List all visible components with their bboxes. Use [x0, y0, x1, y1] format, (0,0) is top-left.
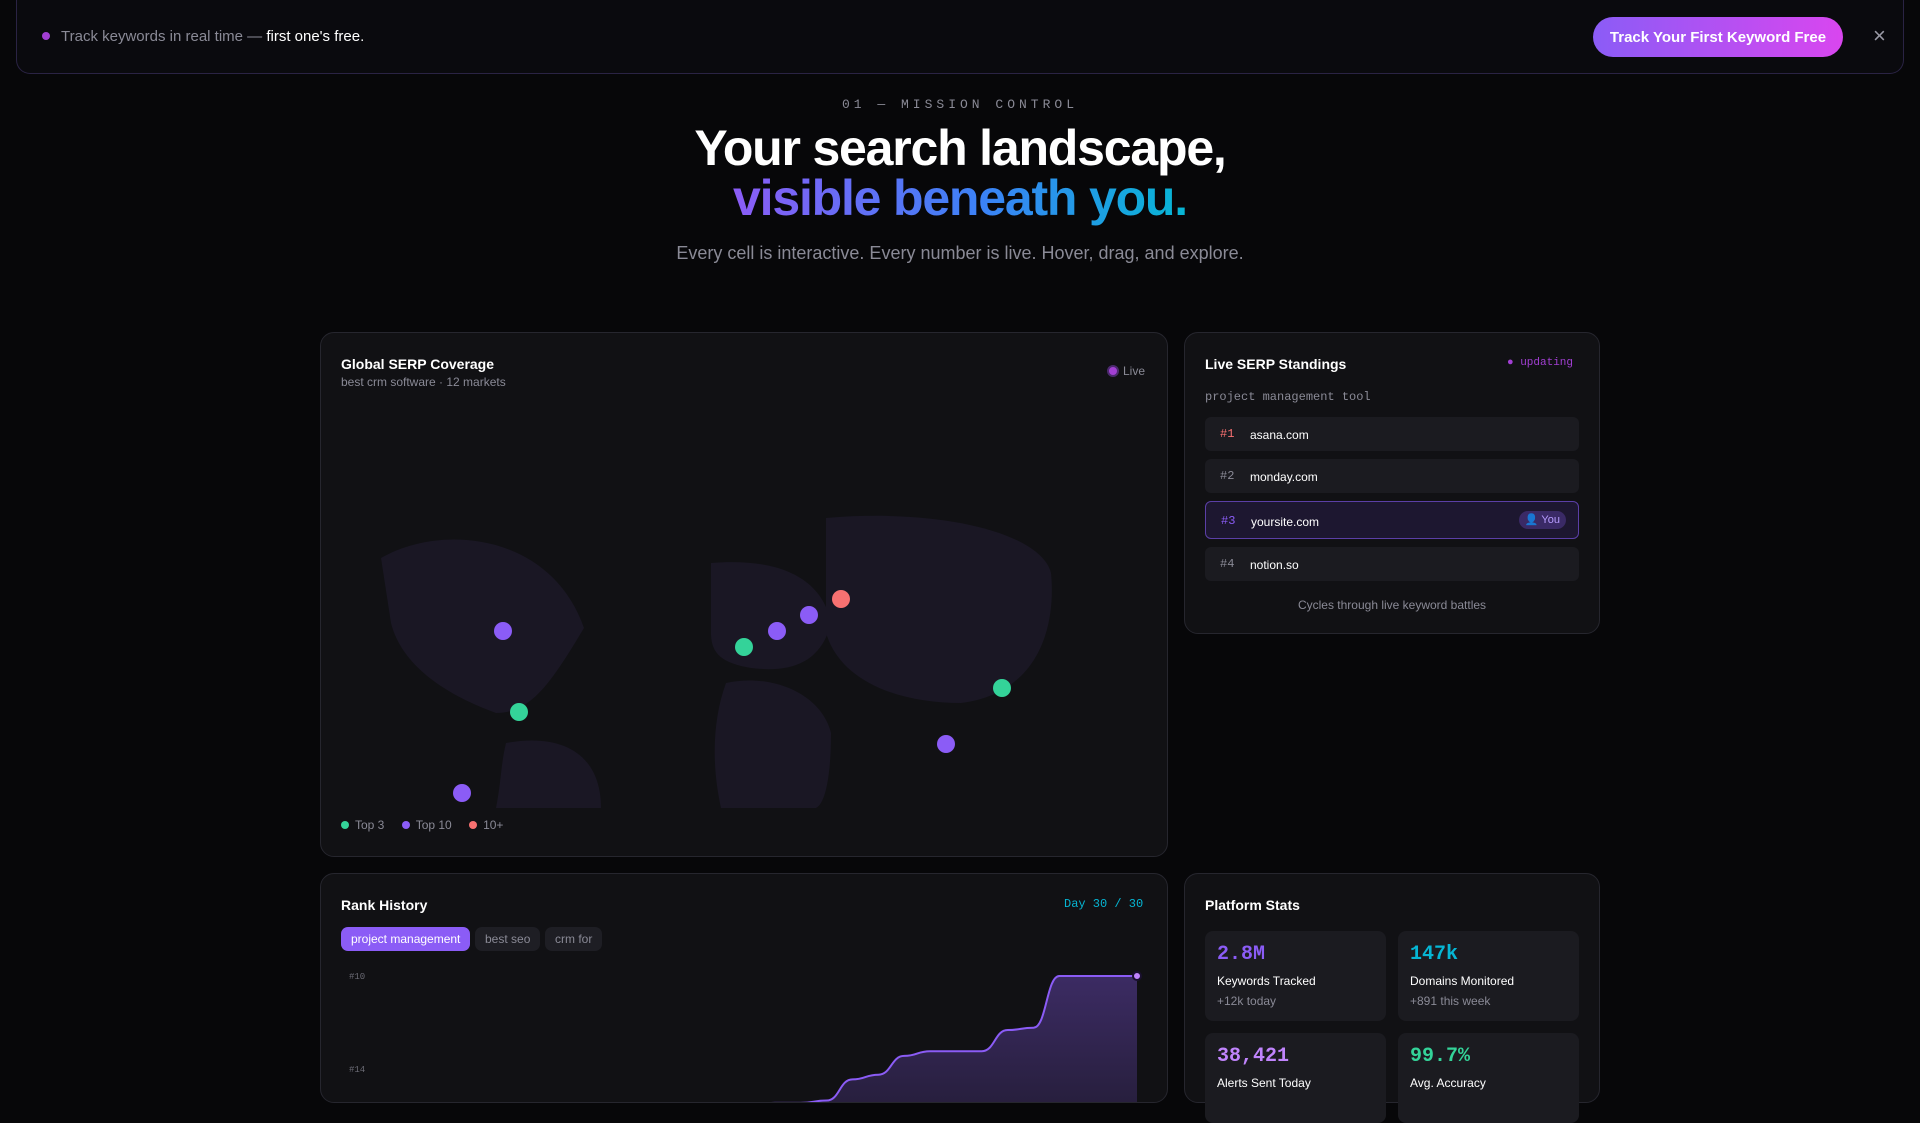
row-rank: #4 [1220, 557, 1235, 571]
stat-label: Avg. Accuracy [1410, 1076, 1486, 1090]
row-domain: monday.com [1250, 470, 1318, 484]
legend-dot-icon [401, 821, 410, 829]
stat-label: Domains Monitored [1410, 974, 1515, 988]
track-first-keyword-button[interactable]: Track Your First Keyword Free [1593, 17, 1843, 57]
stat-avg-accuracy: 99.7% Avg. Accuracy [1398, 1033, 1579, 1123]
hero-subtitle: Every cell is interactive. Every number … [676, 243, 1244, 263]
standing-row-you[interactable]: #3 yoursite.com 👤 You [1205, 501, 1579, 539]
stat-label: Alerts Sent Today [1217, 1076, 1311, 1090]
world-map[interactable] [321, 333, 1167, 856]
market-marker[interactable] [510, 703, 528, 721]
rank-end-point [1132, 971, 1142, 981]
stat-domains-monitored: 147k Domains Monitored +891 this week [1398, 931, 1579, 1021]
stat-label: Keywords Tracked [1217, 974, 1316, 988]
stat-value: 147k [1410, 943, 1459, 966]
card-title: Live SERP Standings [1205, 356, 1347, 372]
legend-label: 10+ [483, 818, 504, 832]
legend-dot-icon [469, 821, 478, 829]
you-badge: 👤 You [1518, 511, 1566, 529]
rank-area [812, 976, 1137, 1102]
promo-banner: Track keywords in real time — first one'… [16, 0, 1904, 74]
legend-label: Top 10 [415, 818, 452, 832]
market-marker[interactable] [735, 638, 753, 656]
row-domain: asana.com [1250, 428, 1309, 442]
market-marker[interactable] [768, 622, 786, 640]
map-legend: Top 3 Top 10 10+ [341, 818, 517, 832]
standing-row[interactable]: #4 notion.so [1205, 547, 1579, 581]
platform-stats-card: Platform Stats 2.8M Keywords Tracked +12… [1184, 873, 1600, 1123]
stat-value: 2.8M [1217, 943, 1266, 966]
standing-row[interactable]: #2 monday.com [1205, 459, 1579, 493]
continent-south-america [496, 740, 601, 808]
continent-africa [714, 680, 831, 808]
status-dot-icon [42, 32, 50, 40]
legend-dot-icon [341, 821, 349, 829]
market-marker[interactable] [453, 784, 471, 802]
hero-title-line-1: Your search landscape, [694, 120, 1226, 176]
standing-row[interactable]: #1 asana.com [1205, 417, 1579, 451]
market-marker[interactable] [832, 590, 850, 608]
card-title: Platform Stats [1205, 897, 1300, 913]
banner-text-prefix: Track keywords in real time — [61, 28, 267, 45]
row-rank: #1 [1220, 427, 1235, 441]
row-domain: yoursite.com [1251, 515, 1320, 529]
legend-item: Top 10 [401, 818, 452, 832]
standings-query: project management tool [1205, 390, 1371, 404]
banner-text: Track keywords in real time — first one'… [61, 28, 364, 45]
serp-standings-card: Live SERP Standings ● updating project m… [1184, 332, 1600, 634]
hero-title-gradient: visible beneath you. [733, 170, 1188, 226]
stat-value: 99.7% [1410, 1045, 1471, 1068]
market-marker[interactable] [494, 622, 512, 640]
continent-asia [826, 515, 1052, 703]
row-rank: #2 [1220, 469, 1235, 483]
stat-delta: +12k today [1217, 994, 1277, 1008]
standings-footer: Cycles through live keyword battles [1297, 598, 1487, 612]
updating-status: ● updating [1507, 357, 1574, 369]
legend-item: 10+ [469, 818, 503, 832]
hero-title-line-2: visible beneath you. [0, 172, 1920, 224]
legend-label: Top 3 [355, 818, 385, 832]
serp-coverage-card: Global SERP Coverage best crm software ·… [320, 332, 1168, 857]
rank-history-card: Rank History Day 30 / 30 project managem… [320, 873, 1168, 1103]
row-domain: notion.so [1250, 558, 1299, 572]
row-rank: #3 [1221, 514, 1236, 528]
market-marker[interactable] [800, 606, 818, 624]
close-icon[interactable]: × [1873, 24, 1886, 48]
banner-text-highlight: first one's free. [266, 28, 365, 45]
section-eyebrow: 01 — MISSION CONTROL [841, 97, 1079, 112]
continent-north-america [381, 539, 584, 713]
stat-value: 38,421 [1217, 1045, 1290, 1068]
stat-keywords-tracked: 2.8M Keywords Tracked +12k today [1205, 931, 1386, 1021]
market-marker[interactable] [937, 735, 955, 753]
stat-delta: +891 this week [1410, 994, 1491, 1008]
stat-alerts-sent: 38,421 Alerts Sent Today [1205, 1033, 1386, 1123]
legend-item: Top 3 [341, 818, 384, 832]
rank-history-chart[interactable] [321, 874, 1167, 1102]
market-marker[interactable] [993, 679, 1011, 697]
